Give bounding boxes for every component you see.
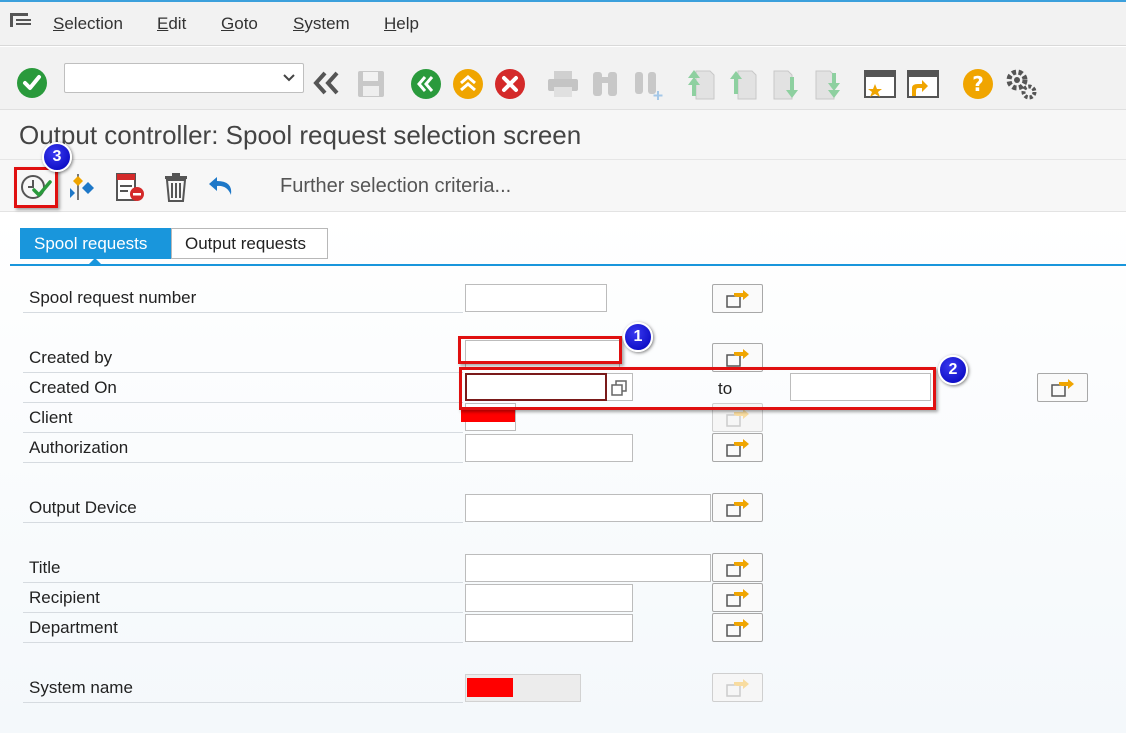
annotation-badge-1: 1 bbox=[623, 322, 653, 352]
tab-underline bbox=[10, 264, 1126, 266]
menu-edit[interactable]: Edit bbox=[157, 14, 186, 34]
created-on-label: Created On bbox=[23, 374, 463, 403]
menu-system[interactable]: System bbox=[293, 14, 350, 34]
variant-icon[interactable] bbox=[66, 172, 98, 202]
title-label: Title bbox=[23, 554, 463, 583]
department-field[interactable] bbox=[465, 614, 633, 642]
menu-help[interactable]: Help bbox=[384, 14, 419, 34]
menu-icon[interactable] bbox=[9, 11, 33, 31]
multiple-selection-icon bbox=[726, 619, 749, 637]
cancel-icon[interactable] bbox=[494, 68, 526, 100]
system-name-label: System name bbox=[23, 674, 463, 703]
print-icon bbox=[548, 71, 578, 97]
delete-selection-icon[interactable] bbox=[114, 172, 146, 202]
multiple-selection-icon bbox=[726, 559, 749, 577]
authorization-input[interactable] bbox=[466, 435, 632, 461]
annotation-badge-2: 2 bbox=[938, 355, 968, 385]
new-session-icon[interactable] bbox=[863, 68, 897, 100]
multiple-selection-icon bbox=[726, 409, 749, 427]
svg-text:?: ? bbox=[972, 72, 984, 96]
output-device-field[interactable] bbox=[465, 494, 711, 522]
tab-output-requests[interactable]: Output requests bbox=[171, 228, 328, 259]
highlight-execute bbox=[14, 167, 58, 208]
multiple-selection-icon bbox=[726, 290, 749, 308]
title-input[interactable] bbox=[466, 555, 710, 581]
department-input[interactable] bbox=[466, 615, 632, 641]
page-title: Output controller: Spool request selecti… bbox=[19, 120, 582, 150]
authorization-label: Authorization bbox=[23, 434, 463, 463]
multiple-selection-icon bbox=[726, 349, 749, 367]
multiple-selection-button-created-on[interactable] bbox=[1037, 373, 1088, 402]
multiple-selection-icon bbox=[726, 499, 749, 517]
gear-icon[interactable] bbox=[1004, 67, 1038, 101]
recipient-input[interactable] bbox=[466, 585, 632, 611]
multiple-selection-icon bbox=[726, 589, 749, 607]
annotation-badge-3: 3 bbox=[42, 142, 72, 172]
title-bar: Output controller: Spool request selecti… bbox=[0, 110, 1126, 160]
next-page-icon bbox=[773, 70, 798, 100]
menu-goto[interactable]: Goto bbox=[221, 14, 258, 34]
trash-icon[interactable] bbox=[162, 171, 190, 203]
menu-selection[interactable]: Selection bbox=[53, 14, 123, 34]
multiple-selection-button-system-name bbox=[712, 673, 763, 702]
authorization-field[interactable] bbox=[465, 434, 633, 462]
spool-request-number-label: Spool request number bbox=[23, 284, 463, 313]
multiple-selection-button-spool-number[interactable] bbox=[712, 284, 763, 313]
multiple-selection-button-authorization[interactable] bbox=[712, 433, 763, 462]
multiple-selection-button-recipient[interactable] bbox=[712, 583, 763, 612]
first-page-icon bbox=[688, 70, 715, 100]
application-toolbar: Further selection criteria... bbox=[0, 160, 1126, 212]
redacted-system-name-value bbox=[467, 678, 513, 697]
title-field[interactable] bbox=[465, 554, 711, 582]
find-next-icon bbox=[635, 72, 663, 100]
previous-page-icon bbox=[730, 70, 757, 100]
output-device-label: Output Device bbox=[23, 494, 463, 523]
output-device-input[interactable] bbox=[466, 495, 710, 521]
client-label: Client bbox=[23, 404, 463, 433]
selection-screen: Spool requests Output requests Spool req… bbox=[0, 212, 1126, 733]
undo-icon[interactable] bbox=[207, 173, 239, 199]
department-label: Department bbox=[23, 614, 463, 643]
shortcut-icon[interactable] bbox=[906, 68, 940, 100]
created-by-label: Created by bbox=[23, 344, 463, 373]
save-icon[interactable] bbox=[356, 69, 386, 99]
multiple-selection-button-output-device[interactable] bbox=[712, 493, 763, 522]
double-chevron-left-icon[interactable] bbox=[313, 71, 341, 95]
command-input[interactable] bbox=[65, 64, 270, 92]
menu-bar: Selection Edit Goto System Help bbox=[0, 0, 1126, 46]
multiple-selection-button-title[interactable] bbox=[712, 553, 763, 582]
multiple-selection-icon bbox=[726, 679, 749, 697]
recipient-field[interactable] bbox=[465, 584, 633, 612]
chevron-down-icon[interactable] bbox=[281, 69, 297, 85]
highlight-created-on bbox=[459, 367, 936, 410]
multiple-selection-icon bbox=[726, 439, 749, 457]
further-selection-criteria-button[interactable]: Further selection criteria... bbox=[280, 175, 511, 198]
spool-request-number-input[interactable] bbox=[466, 285, 606, 311]
find-icon bbox=[593, 72, 617, 96]
system-toolbar: ? bbox=[0, 47, 1126, 110]
highlight-created-by bbox=[458, 336, 622, 364]
command-field[interactable] bbox=[64, 63, 304, 93]
help-icon[interactable]: ? bbox=[962, 68, 994, 100]
exit-icon[interactable] bbox=[452, 68, 484, 100]
last-page-icon bbox=[815, 70, 840, 100]
recipient-label: Recipient bbox=[23, 584, 463, 613]
back-icon[interactable] bbox=[410, 68, 442, 100]
enter-check-icon[interactable] bbox=[16, 67, 48, 99]
multiple-selection-icon bbox=[1051, 379, 1074, 397]
multiple-selection-button-department[interactable] bbox=[712, 613, 763, 642]
spool-request-number-field[interactable] bbox=[465, 284, 607, 312]
tab-spool-requests[interactable]: Spool requests bbox=[20, 228, 172, 259]
redacted-client-value bbox=[461, 408, 515, 422]
